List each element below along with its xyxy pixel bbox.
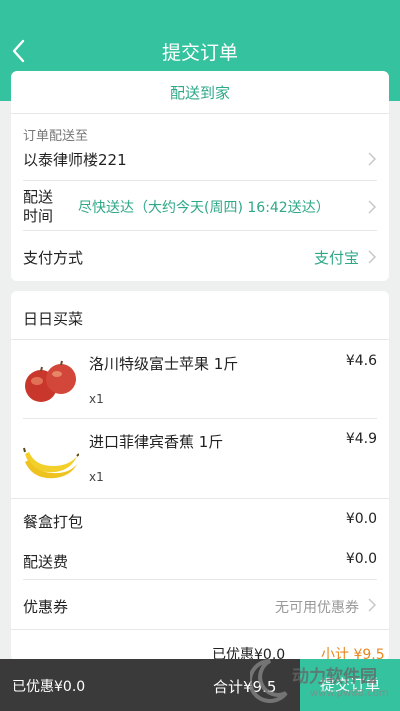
chevron-right-icon[interactable] <box>367 250 377 264</box>
page-title: 提交订单 <box>161 42 238 64</box>
chevron-right-icon[interactable] <box>367 200 377 214</box>
delivery-time-label: 配送 时间 <box>23 188 53 226</box>
apple-image <box>21 355 79 405</box>
divider <box>11 113 389 114</box>
delivery-time-value[interactable]: 尽快送达（大约今天(周四) 16:42送达） <box>78 197 330 217</box>
delivery-fee-value: ¥0.0 <box>345 551 377 567</box>
nav-bar: 提交订单 <box>0 31 400 71</box>
watermark-url: www.pw88.com <box>310 688 389 699</box>
address-value[interactable]: 以泰律师楼221 <box>23 149 127 170</box>
status-bar <box>0 0 400 31</box>
delivery-card: 配送到家 订单配送至 以泰律师楼221 配送 时间 尽快送达（大约今天(周四) … <box>11 71 389 281</box>
divider <box>23 180 377 181</box>
bottom-discount: 已优惠¥0.0 <box>12 679 86 695</box>
item-quantity: x1 <box>89 470 104 484</box>
item-quantity: x1 <box>89 392 104 406</box>
divider <box>11 498 389 499</box>
banana-image <box>21 434 80 484</box>
packing-value: ¥0.0 <box>345 511 377 527</box>
watermark-text: 动力软件园 <box>292 667 377 687</box>
order-card: 日日买菜 洛川特级富士苹果 1斤 x1 ¥4.6 进口菲律宾香蕉 1斤 x1 ¥… <box>11 291 389 663</box>
chevron-right-icon[interactable] <box>367 152 377 166</box>
delivery-time-label-line2: 时间 <box>23 207 54 225</box>
item-name: 进口菲律宾香蕉 1斤 <box>89 433 224 451</box>
address-label: 订单配送至 <box>23 129 89 144</box>
item-price: ¥4.6 <box>345 353 377 369</box>
item-name: 洛川特级富士苹果 1斤 <box>89 355 239 373</box>
store-name: 日日买菜 <box>23 310 84 328</box>
delivery-fee-label: 配送费 <box>23 553 69 571</box>
watermark: 动力软件园 www.pw88.com <box>248 656 398 708</box>
divider <box>11 629 389 630</box>
divider <box>23 579 377 580</box>
delivery-mode[interactable]: 配送到家 <box>11 82 389 103</box>
divider <box>23 418 377 419</box>
delivery-time-label-line1: 配送 <box>23 188 54 206</box>
packing-label: 餐盒打包 <box>23 513 84 531</box>
divider <box>23 230 377 231</box>
watermark-logo-icon <box>250 659 288 703</box>
item-price: ¥4.9 <box>345 431 377 447</box>
divider <box>11 339 389 340</box>
chevron-right-icon[interactable] <box>367 598 377 612</box>
coupon-value[interactable]: 无可用优惠券 <box>275 597 359 617</box>
payment-label: 支付方式 <box>23 249 84 267</box>
payment-value[interactable]: 支付宝 <box>314 247 359 268</box>
coupon-label: 优惠券 <box>23 598 69 616</box>
